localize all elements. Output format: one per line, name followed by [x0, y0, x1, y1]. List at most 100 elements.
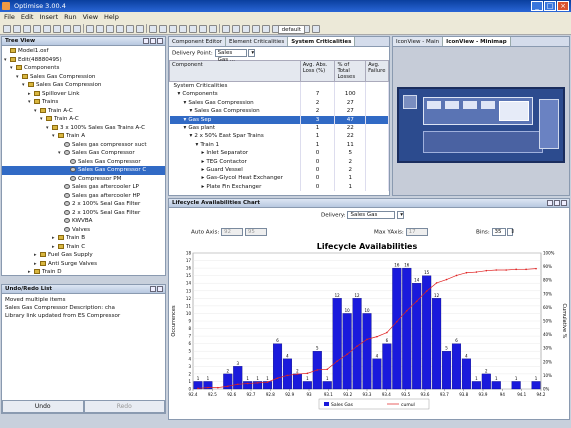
tree-toggle-icon[interactable]: ▾ — [196, 142, 199, 148]
toolbar-icon[interactable] — [116, 24, 124, 33]
tree-node[interactable]: Sales Gas Compressor — [2, 158, 165, 167]
tree-node[interactable]: ▾ Sales Gas Compressor — [2, 149, 165, 158]
tree-toggle-icon[interactable]: ▾ — [178, 91, 181, 97]
toolbar-icon[interactable] — [199, 24, 207, 33]
tree-toggle-icon[interactable]: ▾ — [190, 108, 193, 114]
menu-item[interactable]: File — [4, 12, 15, 23]
tree-node[interactable]: Sales Gas Compressor C — [2, 166, 165, 175]
preset-dropdown[interactable]: default — [277, 25, 305, 34]
panel-max-icon[interactable] — [150, 38, 156, 44]
tree-node[interactable]: 2 x 100% Seal Gas Filter — [2, 209, 165, 218]
tree-node[interactable]: ▸ Train D — [2, 268, 165, 277]
tab[interactable]: System Criticalities — [288, 37, 356, 46]
bins-spinner[interactable]: ⇕ — [507, 228, 515, 236]
table-row[interactable]: ▾ Gas Sep 3 47 — [169, 115, 389, 125]
tree-node[interactable]: ▾ Train A-C — [2, 115, 165, 124]
table-row[interactable]: ▾ Sales Gas Compression 2 27 — [169, 107, 389, 116]
toolbar-icon[interactable] — [96, 24, 104, 33]
tree-node[interactable]: ▸ Fuel Gas Supply — [2, 251, 165, 260]
tree-node[interactable]: ▾ Trains — [2, 98, 165, 107]
column-header[interactable]: Avg. Failure — [365, 60, 389, 82]
max-yaxis-field[interactable]: 17 — [405, 228, 428, 236]
toolbar-icon[interactable] — [53, 24, 61, 33]
toolbar-icon[interactable] — [43, 24, 51, 33]
panel-close-icon[interactable] — [157, 38, 163, 44]
panel-close-icon[interactable] — [561, 200, 567, 206]
table-row[interactable]: ▾ Sales Gas Compression 2 27 — [169, 98, 389, 108]
table-row[interactable]: ▾ Gas plant 1 22 — [169, 124, 389, 133]
tree-node[interactable]: Sales gas aftercooler HP — [2, 192, 165, 201]
table-row[interactable]: ▸ Plate Fin Exchanger 0 1 — [169, 182, 389, 192]
tree-node[interactable]: ▾ Sales Gas Compression — [2, 73, 165, 82]
toolbar-icon[interactable] — [86, 24, 94, 33]
tree-toggle-icon[interactable]: ▸ — [202, 167, 205, 173]
toolbar-icon[interactable] — [13, 24, 21, 33]
chevron-down-icon[interactable]: ▾ — [397, 211, 405, 219]
tree-node[interactable]: Model1.osf — [2, 47, 165, 56]
undo-list-item[interactable]: Moved multiple items — [5, 296, 162, 304]
column-header[interactable]: Avg. Abs. Loss (%) — [299, 60, 336, 82]
toolbar-icon[interactable] — [179, 24, 187, 33]
tree-toggle-icon[interactable]: ▸ — [202, 150, 205, 156]
toolbar-icon[interactable] — [149, 24, 157, 33]
tree-toggle-icon[interactable]: ▸ — [202, 175, 205, 181]
toolbar-icon[interactable] — [232, 24, 240, 33]
tree-node[interactable]: ▸ Spillover Link — [2, 90, 165, 99]
toolbar-icon[interactable] — [3, 24, 11, 33]
maximize-button[interactable]: □ — [544, 1, 556, 11]
panel-min-icon[interactable] — [143, 38, 149, 44]
tree-node[interactable]: 2 x 100% Seal Gas Filter — [2, 200, 165, 209]
panel-max-icon[interactable] — [157, 286, 163, 292]
table-row[interactable]: ▾ Components 7 100 — [169, 90, 389, 99]
tree-node[interactable]: Sales gas aftercooler LP — [2, 183, 165, 192]
delivery-select[interactable]: Sales Gas — [347, 211, 396, 219]
table-row[interactable]: ▾ 2 x 50% East Spar Trains 1 22 — [169, 132, 389, 141]
toolbar-icon[interactable] — [312, 24, 320, 33]
tree-node[interactable]: Valves — [2, 226, 165, 235]
table-row[interactable]: System Criticalities — [169, 81, 389, 91]
tree-toggle-icon[interactable]: ▸ — [202, 184, 205, 190]
column-header[interactable]: % of Total Losses — [334, 60, 367, 82]
menu-item[interactable]: Run — [64, 12, 76, 23]
toolbar-icon[interactable] — [106, 24, 114, 33]
toolbar-icon[interactable] — [63, 24, 71, 33]
tree-toggle-icon[interactable]: ▾ — [58, 149, 64, 158]
undo-list-item[interactable]: Sales Gas Compressor Description: cha — [5, 304, 162, 312]
tree-toggle-icon[interactable]: ▾ — [190, 133, 193, 139]
tree-node[interactable]: ▾ Sales Gas Compression — [2, 81, 165, 90]
tab[interactable]: Element Criticalities — [225, 37, 289, 46]
tree-node[interactable]: Compressor PM — [2, 175, 165, 184]
table-row[interactable]: ▸ Guard Vessel 0 2 — [169, 166, 389, 175]
menu-item[interactable]: Insert — [39, 12, 58, 23]
menu-item[interactable]: Edit — [21, 12, 34, 23]
table-row[interactable]: ▸ Gas-Glycol Heat Exchanger 0 1 — [169, 174, 389, 183]
toolbar-icon[interactable] — [136, 24, 144, 33]
tree-node[interactable]: ▾ Train A-C — [2, 107, 165, 116]
toolbar-icon[interactable] — [33, 24, 41, 33]
tree-toggle-icon[interactable]: ▾ — [184, 125, 187, 131]
tree-node[interactable]: Sales gas compressor suct — [2, 141, 165, 150]
toolbar-icon[interactable] — [242, 24, 250, 33]
panel-max-icon[interactable] — [554, 200, 560, 206]
chevron-down-icon[interactable]: ▾ — [248, 49, 256, 57]
tab[interactable]: IconView - Main — [393, 37, 444, 46]
table-row[interactable]: ▸ Inlet Separator 0 5 — [169, 149, 389, 158]
toolbar-icon[interactable] — [126, 24, 134, 33]
close-button[interactable]: × — [557, 1, 569, 11]
toolbar-icon[interactable] — [209, 24, 217, 33]
tree-node[interactable]: ▸ Anti Surge Valves — [2, 260, 165, 269]
tree-toggle-icon[interactable]: ▸ — [202, 159, 205, 165]
tree-node[interactable]: KWVBA — [2, 217, 165, 226]
undo-list-item[interactable]: Library link updated from ES Compressor — [5, 312, 162, 320]
toolbar-icon[interactable] — [169, 24, 177, 33]
undo-button[interactable]: Undo — [2, 400, 84, 413]
toolbar-icon[interactable] — [222, 24, 230, 33]
menu-item[interactable]: View — [83, 12, 98, 23]
toolbar-icon[interactable] — [159, 24, 167, 33]
tree-node[interactable]: ▾ Train A — [2, 132, 165, 141]
tree-toggle-icon[interactable]: ▾ — [184, 100, 187, 106]
bins-field[interactable]: 35 — [491, 228, 506, 236]
tree-node[interactable]: ▾ 3 x 100% Sales Gas Trains A-C — [2, 124, 165, 133]
panel-min-icon[interactable] — [547, 200, 553, 206]
axis-max-field[interactable]: 95 — [244, 228, 267, 236]
